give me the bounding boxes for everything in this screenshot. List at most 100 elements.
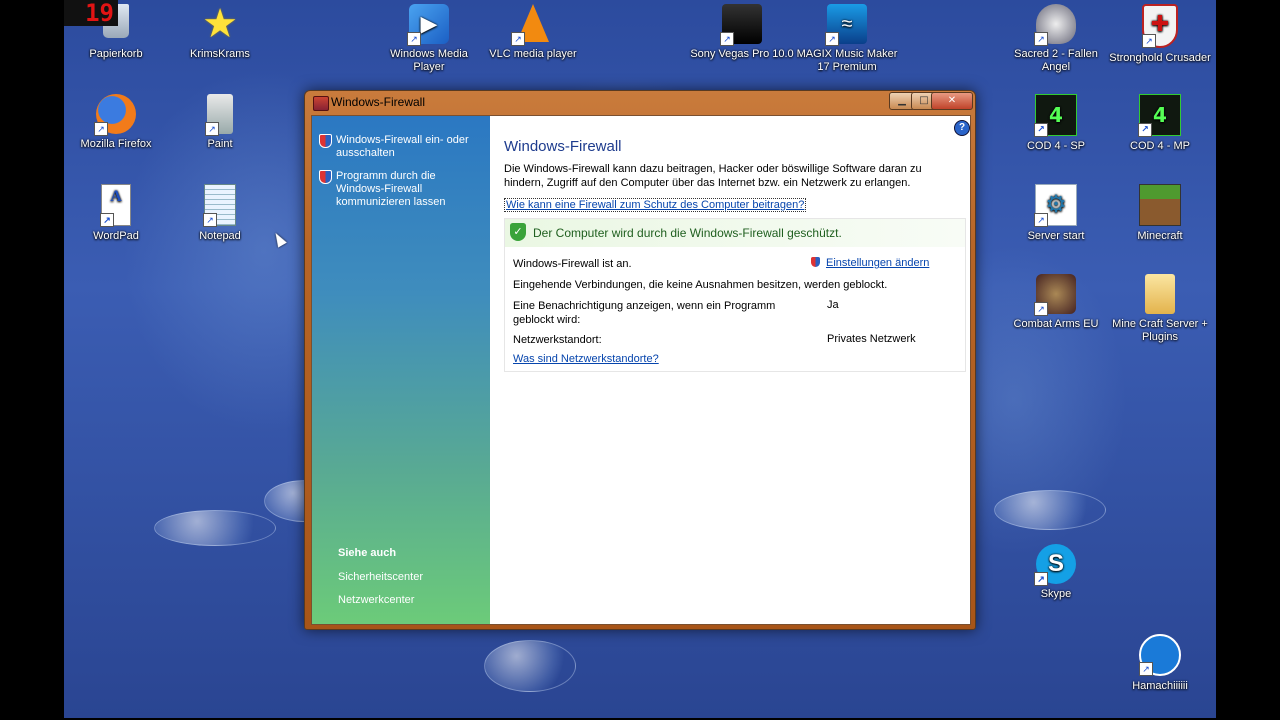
desktop-icon-label: Sony Vegas Pro 10.0 bbox=[690, 48, 794, 60]
desktop-icon-vlc[interactable]: ↗ VLC media player bbox=[481, 4, 585, 61]
see-also-network-center-link[interactable]: Netzwerkcenter bbox=[338, 594, 414, 606]
shortcut-arrow-icon: ↗ bbox=[1034, 32, 1048, 46]
shortcut-arrow-icon: ↗ bbox=[203, 213, 217, 227]
desktop-icon-stronghold-crusader[interactable]: ✚ ↗ Stronghold Crusader bbox=[1108, 4, 1212, 65]
see-also-security-center-link[interactable]: Sicherheitscenter bbox=[338, 571, 423, 583]
desktop-icon-combat-arms[interactable]: ↗ Combat Arms EU bbox=[1004, 274, 1108, 331]
crusader-shield-icon: ✚ ↗ bbox=[1142, 4, 1178, 48]
folder-icon bbox=[1145, 274, 1175, 314]
desktop-icon-label: Hamachiiiiii bbox=[1132, 680, 1188, 692]
network-location-label: Netzwerkstandort: bbox=[513, 334, 602, 346]
skype-icon: S ↗ bbox=[1034, 544, 1076, 586]
shortcut-arrow-icon: ↗ bbox=[1142, 34, 1156, 48]
desktop-icon-windows-media-player[interactable]: ▶ ↗ Windows Media Player bbox=[377, 4, 481, 74]
media-player-icon: ▶ ↗ bbox=[407, 4, 449, 46]
desktop-icon-label: Mine Craft Server + Plugins bbox=[1112, 318, 1208, 343]
see-also-heading: Siehe auch bbox=[338, 547, 397, 559]
shortcut-arrow-icon: ↗ bbox=[720, 32, 734, 46]
desktop-icon-label: Minecraft bbox=[1137, 230, 1183, 242]
firewall-window[interactable]: Windows-Firewall ▁ □ ✕ Windows-Firewall … bbox=[304, 90, 976, 630]
firewall-status-panel: ✓ Der Computer wird durch die Windows-Fi… bbox=[504, 218, 966, 372]
desktop-icon-cod4-sp[interactable]: 4 ↗ COD 4 - SP bbox=[1004, 94, 1108, 153]
change-settings-link[interactable]: Einstellungen ändern bbox=[811, 257, 929, 269]
desktop-icon-label: MAGIX Music Maker 17 Premium bbox=[796, 48, 898, 73]
desktop-icon-label: Stronghold Crusader bbox=[1109, 52, 1211, 64]
close-button[interactable]: ✕ bbox=[931, 92, 973, 110]
desktop-icon-skype[interactable]: S ↗ Skype bbox=[1004, 544, 1108, 601]
vlc-cone-icon: ↗ bbox=[511, 4, 553, 46]
desktop-icon-wordpad[interactable]: A ↗ WordPad bbox=[64, 184, 168, 243]
nav-link-label: Windows-Firewall ein- oder ausschalten bbox=[336, 134, 469, 159]
shortcut-arrow-icon: ↗ bbox=[205, 122, 219, 136]
desktop-icon-label: Paint bbox=[207, 138, 233, 150]
firewall-help-link[interactable]: Wie kann eine Firewall zum Schutz des Co… bbox=[504, 198, 807, 212]
desktop-icon-firefox[interactable]: ↗ Mozilla Firefox bbox=[64, 94, 168, 151]
recording-counter: 19 bbox=[64, 0, 118, 26]
desktop-icon-sony-vegas[interactable]: ↗ Sony Vegas Pro 10.0 bbox=[690, 4, 794, 61]
status-header: ✓ Der Computer wird durch die Windows-Fi… bbox=[505, 219, 965, 247]
wallpaper-bubble bbox=[994, 490, 1106, 530]
desktop-icon-server-start[interactable]: ⚙ ↗ Server start bbox=[1004, 184, 1108, 243]
shortcut-arrow-icon: ↗ bbox=[94, 122, 108, 136]
cod4-icon: 4 ↗ bbox=[1034, 94, 1077, 137]
desktop-icon-label: COD 4 - MP bbox=[1130, 140, 1190, 152]
shortcut-arrow-icon: ↗ bbox=[100, 213, 114, 227]
window-client-area: Windows-Firewall ein- oder ausschalten P… bbox=[311, 115, 971, 625]
nav-link-allow-program[interactable]: Programm durch die Windows-Firewall komm… bbox=[316, 170, 486, 212]
nav-link-label: Programm durch die Windows-Firewall komm… bbox=[336, 170, 446, 208]
minecraft-grass-block-icon bbox=[1139, 184, 1181, 226]
wordpad-icon: A ↗ bbox=[100, 184, 131, 227]
task-pane: Windows-Firewall ein- oder ausschalten P… bbox=[312, 116, 490, 624]
wallpaper-bubble bbox=[484, 640, 576, 692]
firewall-state-text: Windows-Firewall ist an. bbox=[513, 258, 632, 270]
help-icon[interactable]: ? bbox=[954, 120, 970, 136]
magix-music-maker-icon: ≈ ↗ bbox=[825, 4, 867, 46]
notification-value: Ja bbox=[827, 299, 839, 311]
desktop-icon-label: Papierkorb bbox=[89, 48, 143, 60]
server-gear-icon: ⚙ ↗ bbox=[1034, 184, 1077, 227]
firewall-brick-icon bbox=[313, 96, 329, 111]
cod4-icon: 4 ↗ bbox=[1138, 94, 1181, 137]
shortcut-arrow-icon: ↗ bbox=[825, 32, 839, 46]
shortcut-arrow-icon: ↗ bbox=[407, 32, 421, 46]
sony-vegas-icon: ↗ bbox=[720, 4, 762, 46]
uac-shield-icon bbox=[811, 257, 820, 267]
desktop-icon-label: Combat Arms EU bbox=[1013, 318, 1099, 330]
shortcut-arrow-icon: ↗ bbox=[1138, 123, 1152, 137]
uac-shield-icon bbox=[319, 170, 332, 184]
shortcut-arrow-icon: ↗ bbox=[1034, 213, 1048, 227]
network-location-value: Privates Netzwerk bbox=[827, 333, 916, 345]
shortcut-arrow-icon: ↗ bbox=[1139, 662, 1153, 676]
nav-link-toggle-firewall[interactable]: Windows-Firewall ein- oder ausschalten bbox=[316, 134, 486, 162]
page-description: Die Windows-Firewall kann dazu beitragen… bbox=[504, 163, 922, 189]
desktop-icon-label: Skype bbox=[1040, 588, 1072, 600]
change-settings-label: Einstellungen ändern bbox=[826, 257, 930, 269]
notepad-icon: ↗ bbox=[203, 184, 236, 227]
desktop-icon-minecraft-server-folder[interactable]: Mine Craft Server + Plugins bbox=[1108, 274, 1212, 344]
window-titlebar[interactable]: Windows-Firewall ▁ □ ✕ bbox=[305, 91, 975, 115]
desktop-icon-label: Notepad bbox=[199, 230, 241, 242]
desktop-icon-label: Server start bbox=[1027, 230, 1085, 242]
green-check-shield-icon: ✓ bbox=[510, 223, 526, 241]
desktop-icon-magix[interactable]: ≈ ↗ MAGIX Music Maker 17 Premium bbox=[795, 4, 899, 74]
desktop-icon-label: COD 4 - SP bbox=[1026, 140, 1086, 152]
notification-label: Eine Benachrichtigung anzeigen, wenn ein… bbox=[513, 300, 776, 326]
desktop-icon-label: Sacred 2 - Fallen Angel bbox=[1014, 48, 1098, 73]
page-title: Windows-Firewall bbox=[504, 138, 622, 155]
desktop-icon-cod4-mp[interactable]: 4 ↗ COD 4 - MP bbox=[1108, 94, 1212, 153]
desktop-icon-paint[interactable]: ↗ Paint bbox=[168, 94, 272, 151]
status-message: Der Computer wird durch die Windows-Fire… bbox=[533, 226, 842, 240]
desktop-icon-label: VLC media player bbox=[489, 48, 577, 60]
desktop-icon-label: KrimsKrams bbox=[190, 48, 250, 60]
desktop-icon-hamachi[interactable]: ↗ Hamachiiiiii bbox=[1108, 634, 1212, 693]
desktop-icon-krimskrams[interactable]: ★ KrimsKrams bbox=[168, 4, 272, 61]
incoming-connections-text: Eingehende Verbindungen, die keine Ausna… bbox=[513, 279, 888, 291]
wallpaper-bubble bbox=[154, 510, 276, 546]
desktop-icon-minecraft[interactable]: Minecraft bbox=[1108, 184, 1212, 243]
shortcut-arrow-icon: ↗ bbox=[1034, 302, 1048, 316]
firefox-icon: ↗ bbox=[94, 94, 136, 136]
desktop-icon-sacred-2[interactable]: ↗ Sacred 2 - Fallen Angel bbox=[1004, 4, 1108, 74]
desktop-icon-notepad[interactable]: ↗ Notepad bbox=[168, 184, 272, 243]
main-content: ? Windows-Firewall Die Windows-Firewall … bbox=[502, 116, 970, 624]
network-locations-help-link[interactable]: Was sind Netzwerkstandorte? bbox=[513, 353, 659, 365]
